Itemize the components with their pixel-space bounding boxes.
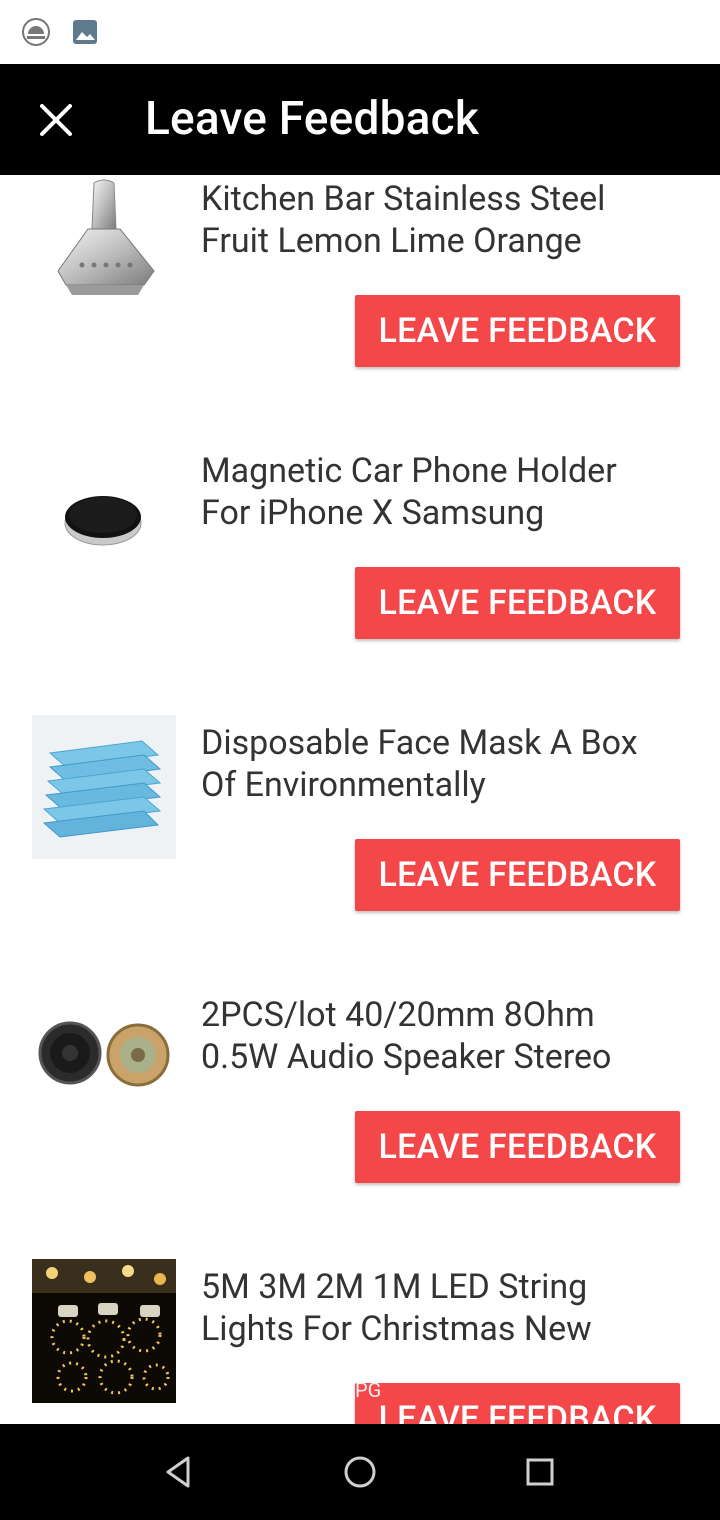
lemon-squeezer-image <box>32 175 176 319</box>
leave-feedback-button[interactable]: LEAVE FEEDBACK <box>355 295 680 367</box>
item-title: 5M 3M 2M 1M LED String Lights For Christ… <box>201 1267 592 1349</box>
face-mask-image <box>32 715 176 859</box>
home-icon[interactable] <box>340 1452 380 1492</box>
item-title: Disposable Face Mask A Box Of Environmen… <box>201 723 638 805</box>
app-bar: Leave Feedback <box>0 64 720 175</box>
leave-feedback-button[interactable]: LEAVE FEEDBACK <box>355 1111 680 1183</box>
image-notification-icon <box>73 20 97 44</box>
notification-app-icon <box>22 18 50 46</box>
magnetic-holder-image <box>32 443 176 587</box>
leave-feedback-button[interactable]: LEAVE FEEDBACK <box>355 567 680 639</box>
item-title: 2PCS/lot 40/20mm 8Ohm 0.5W Audio Speaker… <box>201 995 612 1077</box>
leave-feedback-button[interactable]: LEAVE FEEDBACK <box>355 1383 680 1424</box>
list-item: Magnetic Car Phone Holder For iPhone X S… <box>0 411 720 684</box>
recents-icon[interactable] <box>520 1452 560 1492</box>
item-title: Magnetic Car Phone Holder For iPhone X S… <box>201 451 617 533</box>
item-title: Kitchen Bar Stainless Steel Fruit Lemon … <box>201 179 606 261</box>
overlay-text: PG <box>355 1378 382 1402</box>
feedback-list: Kitchen Bar Stainless Steel Fruit Lemon … <box>0 175 720 1424</box>
status-bar <box>0 0 720 64</box>
close-icon[interactable] <box>36 100 76 140</box>
speaker-image <box>32 987 176 1131</box>
back-icon[interactable] <box>160 1452 200 1492</box>
list-item: Kitchen Bar Stainless Steel Fruit Lemon … <box>0 175 720 412</box>
leave-feedback-button[interactable]: LEAVE FEEDBACK <box>355 839 680 911</box>
list-item: Disposable Face Mask A Box Of Environmen… <box>0 683 720 956</box>
page-title: Leave Feedback <box>145 92 480 146</box>
led-lights-image <box>32 1259 176 1403</box>
navigation-bar <box>0 1424 720 1520</box>
list-item: 2PCS/lot 40/20mm 8Ohm 0.5W Audio Speaker… <box>0 955 720 1228</box>
